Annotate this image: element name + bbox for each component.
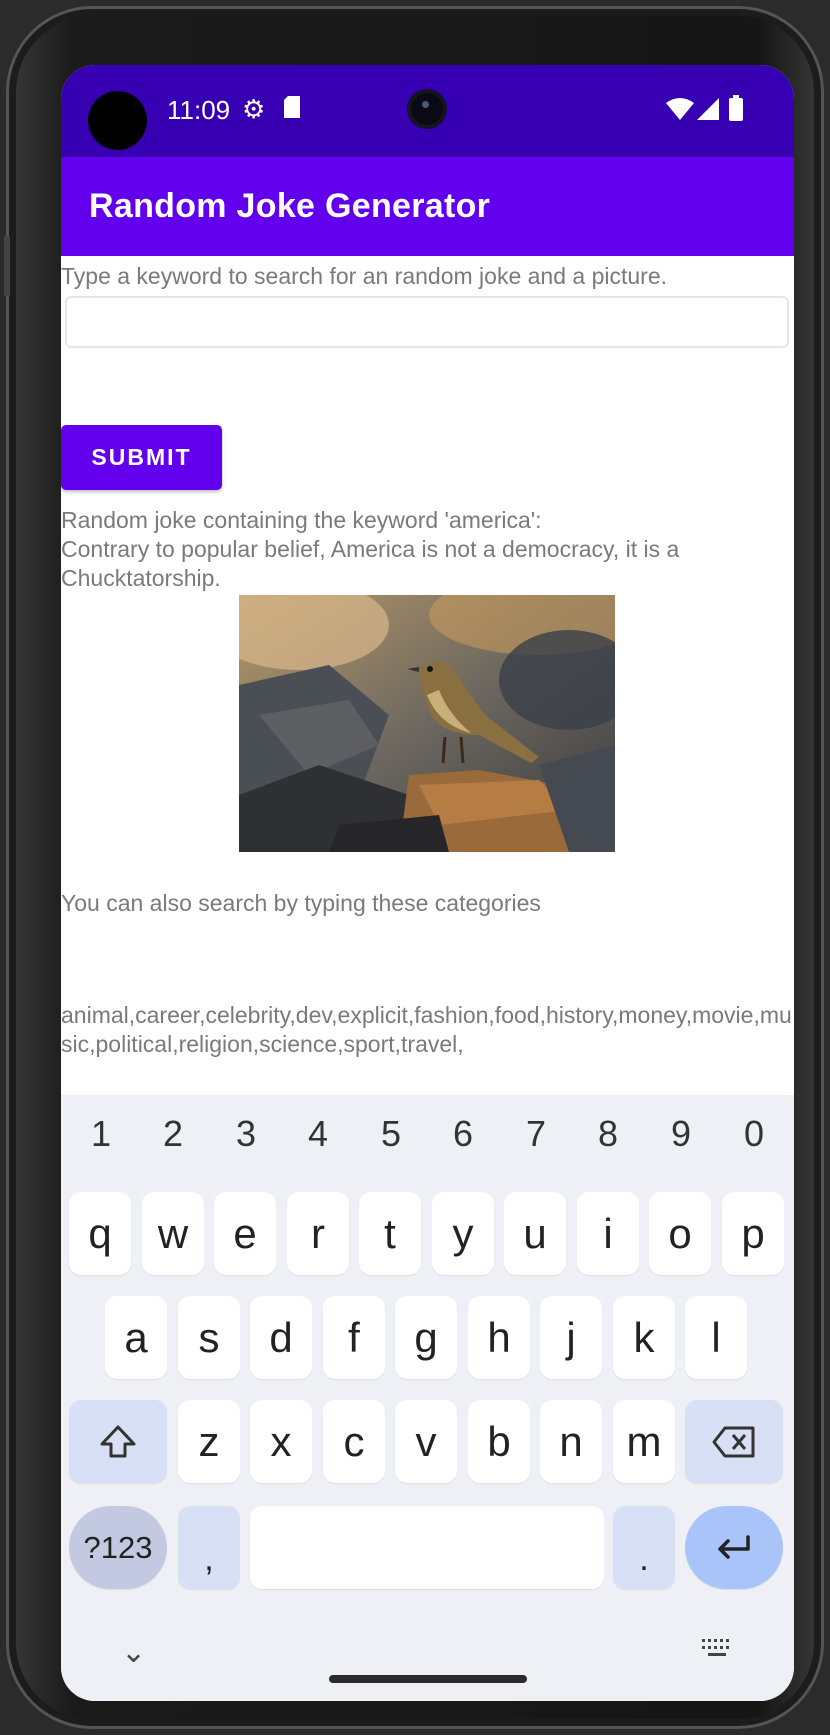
side-button — [4, 236, 10, 296]
front-camera — [407, 89, 447, 129]
key-6[interactable]: 6 — [433, 1113, 493, 1155]
key-r[interactable]: r — [287, 1192, 349, 1275]
key-g[interactable]: g — [395, 1296, 457, 1379]
comma-key[interactable]: , — [178, 1506, 240, 1589]
key-u[interactable]: u — [504, 1192, 566, 1275]
soft-keyboard: 1 2 3 4 5 6 7 8 9 0 q w e r t y u i o p … — [61, 1095, 794, 1701]
status-bar: 11:09 ⚙ — [61, 65, 794, 157]
key-3[interactable]: 3 — [216, 1113, 276, 1155]
key-8[interactable]: 8 — [578, 1113, 638, 1155]
key-p[interactable]: p — [722, 1192, 784, 1275]
key-c[interactable]: c — [323, 1400, 385, 1483]
wifi-icon — [666, 97, 694, 125]
key-z[interactable]: z — [178, 1400, 240, 1483]
result-heading: Random joke containing the keyword 'amer… — [61, 507, 542, 533]
instruction-text: Type a keyword to search for an random j… — [61, 263, 667, 289]
key-w[interactable]: w — [142, 1192, 204, 1275]
categories-list: animal,career,celebrity,dev,explicit,fas… — [61, 1002, 792, 1057]
key-2[interactable]: 2 — [143, 1113, 203, 1155]
sd-card-icon — [283, 95, 301, 124]
key-t[interactable]: t — [359, 1192, 421, 1275]
key-m[interactable]: m — [613, 1400, 675, 1483]
key-s[interactable]: s — [178, 1296, 240, 1379]
enter-key[interactable] — [685, 1506, 783, 1589]
key-e[interactable]: e — [214, 1192, 276, 1275]
key-n[interactable]: n — [540, 1400, 602, 1483]
submit-button[interactable]: SUBMIT — [61, 425, 222, 490]
key-v[interactable]: v — [395, 1400, 457, 1483]
key-k[interactable]: k — [613, 1296, 675, 1379]
key-f[interactable]: f — [323, 1296, 385, 1379]
key-i[interactable]: i — [577, 1192, 639, 1275]
key-b[interactable]: b — [468, 1400, 530, 1483]
key-q[interactable]: q — [69, 1192, 131, 1275]
status-time: 11:09 — [167, 95, 231, 125]
backspace-icon — [712, 1426, 755, 1457]
signal-icon — [697, 97, 719, 125]
camera-cutout — [88, 91, 147, 150]
phone-frame: 11:09 ⚙ Random Joke Generator Type a key… — [4, 6, 824, 1729]
key-1[interactable]: 1 — [71, 1113, 131, 1155]
keyword-input[interactable] — [65, 296, 789, 348]
key-h[interactable]: h — [468, 1296, 530, 1379]
key-l[interactable]: l — [685, 1296, 747, 1379]
chevron-down-icon[interactable]: ⌄ — [121, 1635, 146, 1670]
key-5[interactable]: 5 — [361, 1113, 421, 1155]
enter-icon — [718, 1534, 750, 1559]
bird-photo — [239, 595, 615, 852]
symbols-key[interactable]: ?123 — [69, 1506, 167, 1589]
period-key[interactable]: . — [613, 1506, 675, 1589]
key-0[interactable]: 0 — [724, 1113, 784, 1155]
key-d[interactable]: d — [250, 1296, 312, 1379]
shift-key[interactable] — [69, 1400, 167, 1483]
key-9[interactable]: 9 — [651, 1113, 711, 1155]
space-key[interactable] — [250, 1506, 604, 1589]
key-y[interactable]: y — [432, 1192, 494, 1275]
main-content: Type a keyword to search for an random j… — [61, 256, 794, 1156]
key-j[interactable]: j — [540, 1296, 602, 1379]
app-title: Random Joke Generator — [89, 187, 491, 225]
key-o[interactable]: o — [649, 1192, 711, 1275]
key-a[interactable]: a — [105, 1296, 167, 1379]
backspace-key[interactable] — [685, 1400, 783, 1483]
shift-icon — [100, 1425, 136, 1457]
joke-text: Contrary to popular belief, America is n… — [61, 536, 686, 591]
keyboard-switch-icon[interactable] — [701, 1637, 733, 1666]
app-bar: Random Joke Generator — [61, 157, 794, 256]
key-7[interactable]: 7 — [506, 1113, 566, 1155]
categories-intro: You can also search by typing these cate… — [61, 890, 541, 916]
gear-icon: ⚙ — [242, 94, 266, 124]
gesture-handle[interactable] — [329, 1675, 527, 1683]
phone-screen: 11:09 ⚙ Random Joke Generator Type a key… — [61, 65, 794, 1701]
key-x[interactable]: x — [250, 1400, 312, 1483]
key-4[interactable]: 4 — [288, 1113, 348, 1155]
battery-icon — [729, 95, 743, 126]
